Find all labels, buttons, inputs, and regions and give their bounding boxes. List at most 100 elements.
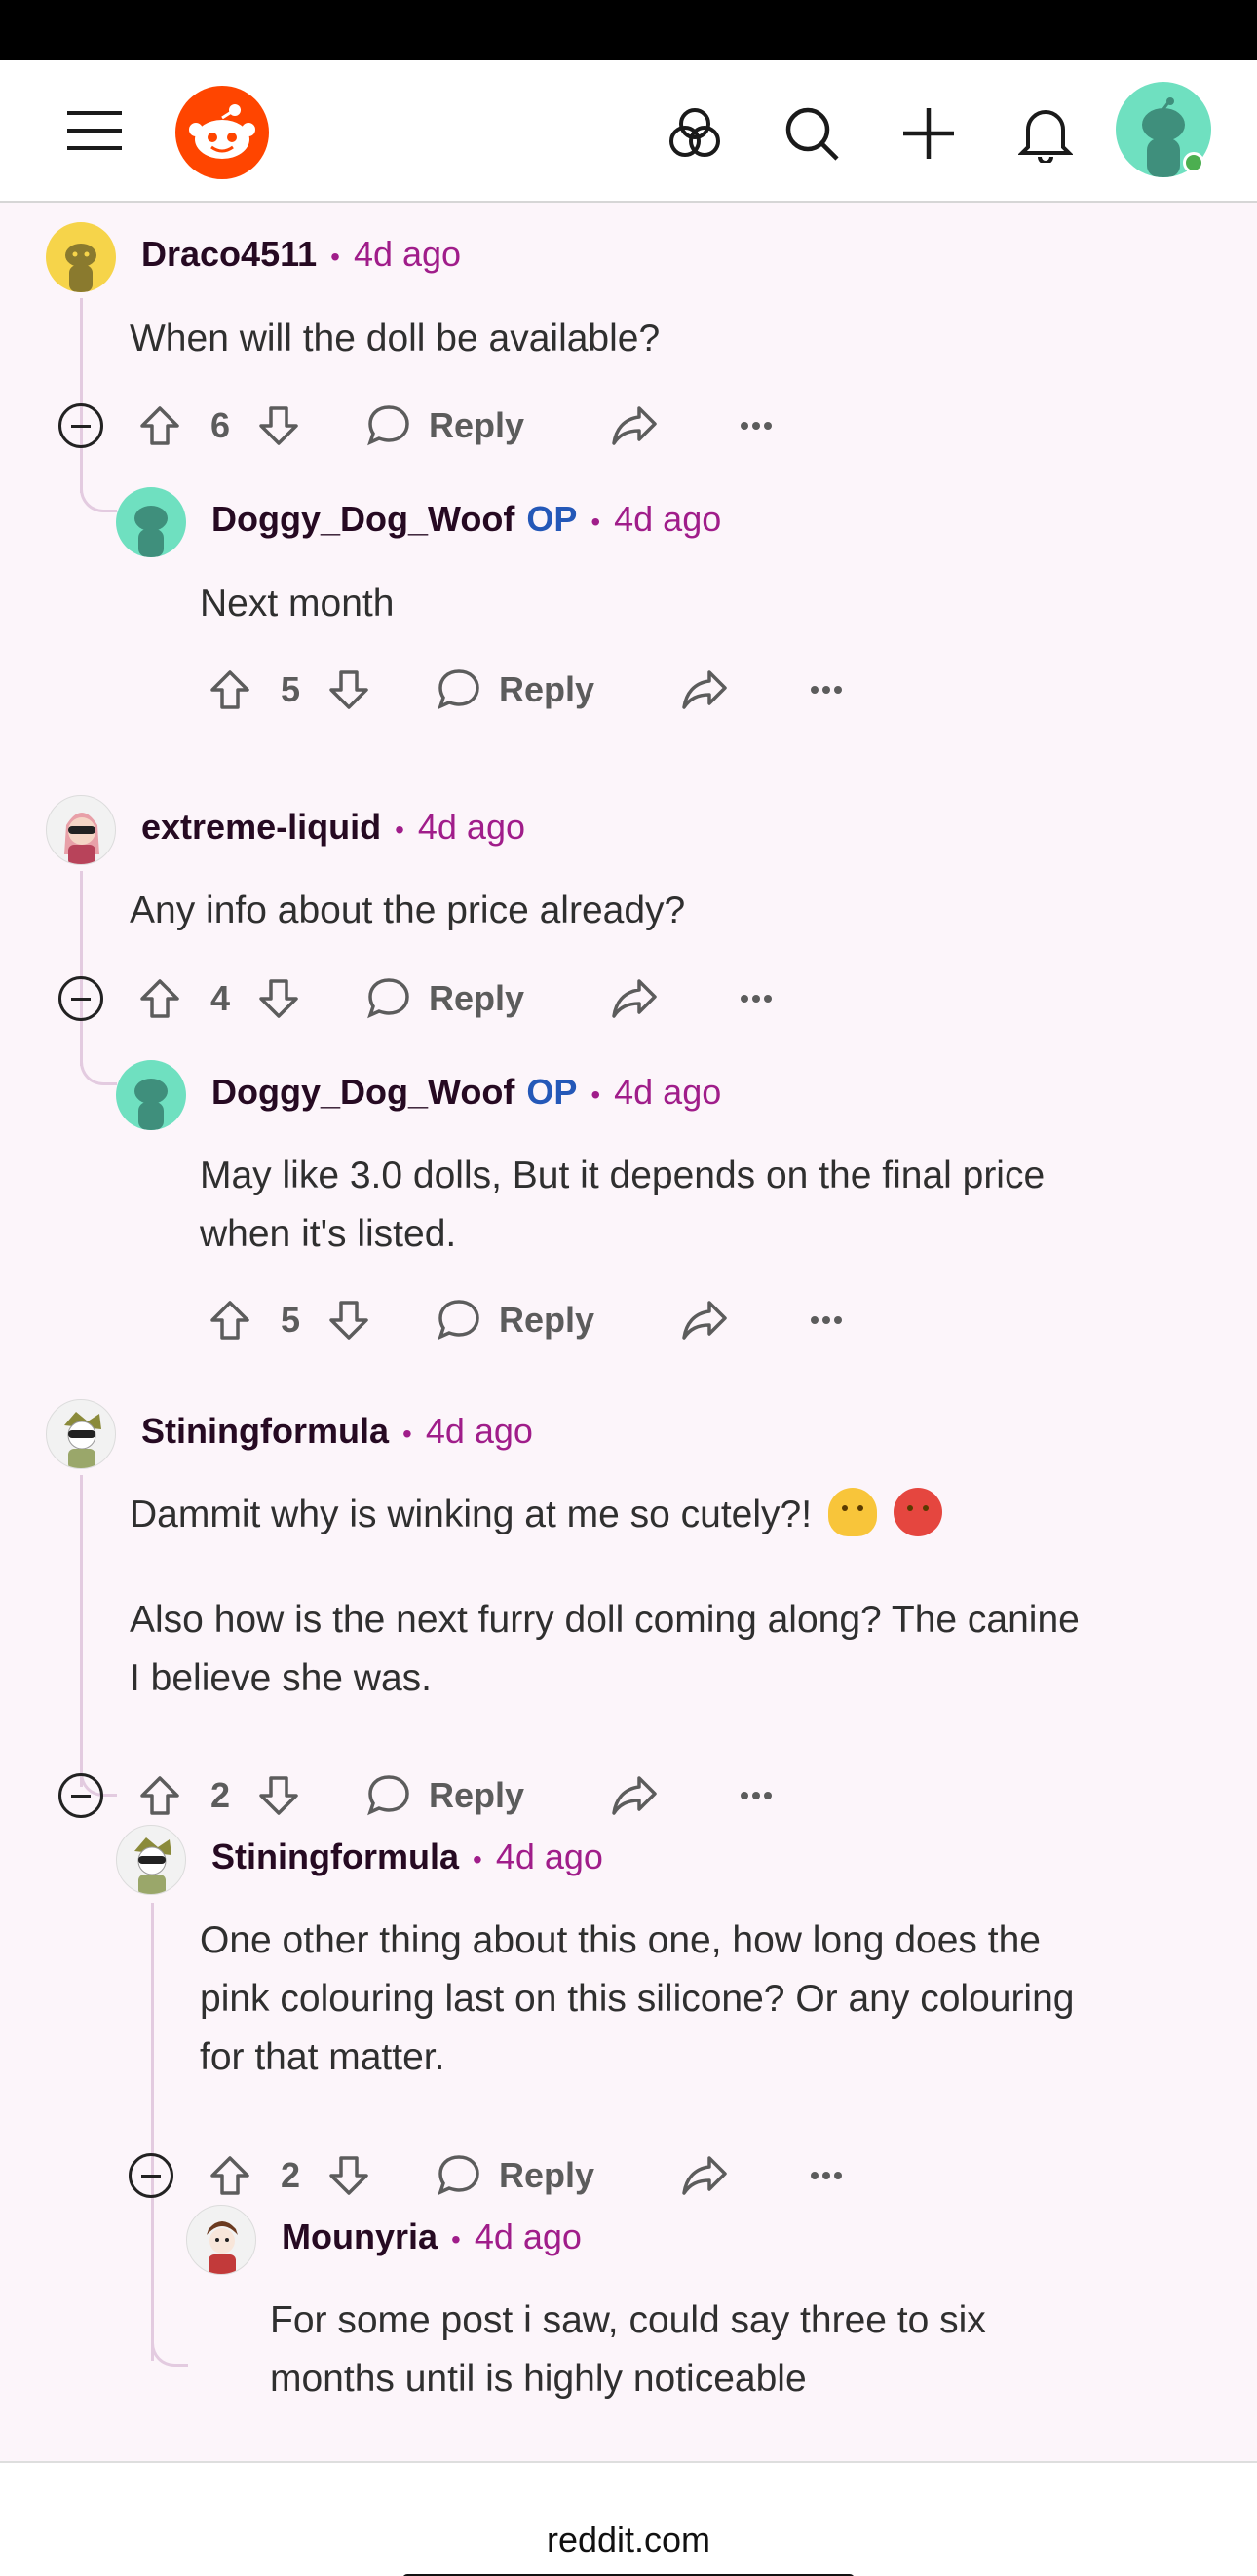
- thread-connector: [80, 1050, 117, 1085]
- reply-button[interactable]: Reply: [437, 661, 594, 719]
- thread-connector: [151, 2331, 188, 2367]
- collapse-thread-button[interactable]: [58, 976, 103, 1021]
- author-name[interactable]: Draco4511: [141, 234, 317, 275]
- vote-count: 2: [281, 2155, 301, 2195]
- more-options-icon[interactable]: [811, 1291, 842, 1349]
- comment-meta: extreme-liquid • 4d ago: [141, 807, 525, 848]
- status-bar: [0, 0, 1257, 60]
- thread-line: [151, 1903, 154, 2361]
- share-icon[interactable]: [680, 2146, 729, 2205]
- thread-line: [80, 871, 83, 1066]
- avatar[interactable]: [46, 795, 116, 865]
- collapse-thread-button[interactable]: [58, 1773, 103, 1818]
- comment-actions: 5 Reply: [125, 661, 865, 719]
- share-icon[interactable]: [610, 1766, 659, 1825]
- notifications-bell-icon[interactable]: [1011, 99, 1080, 168]
- downvote-icon[interactable]: [257, 969, 300, 1028]
- comment-time[interactable]: 4d ago: [354, 234, 461, 275]
- author-name[interactable]: Mounyria: [282, 2216, 438, 2257]
- comment-actions: 2 Reply: [55, 1766, 795, 1825]
- more-options-icon[interactable]: [741, 1766, 772, 1825]
- comment-thread: Draco4511 • 4d ago When will the doll be…: [0, 203, 1257, 2461]
- comment-meta: Stiningformula • 4d ago: [141, 1411, 533, 1452]
- avatar[interactable]: [116, 487, 186, 557]
- hot-face-emoji: [893, 1488, 942, 1536]
- comment-actions: 4 Reply: [55, 969, 795, 1028]
- op-badge: OP: [526, 499, 578, 539]
- more-options-icon[interactable]: [811, 2146, 842, 2205]
- comment-body: Dammit why is winking at me so cutely?! …: [130, 1486, 1221, 1708]
- author-name[interactable]: Doggy_Dog_Woof: [211, 1072, 514, 1113]
- avatar[interactable]: [116, 1825, 186, 1895]
- melting-face-emoji: [827, 1488, 877, 1536]
- author-name[interactable]: extreme-liquid: [141, 807, 381, 848]
- collapse-thread-button[interactable]: [58, 403, 103, 448]
- vote-count: 5: [281, 1300, 301, 1340]
- comment-body: Next month: [200, 583, 395, 625]
- avatar[interactable]: [186, 2205, 256, 2275]
- thread-line: [80, 298, 83, 493]
- comment-time[interactable]: 4d ago: [426, 1411, 533, 1452]
- author-name[interactable]: Doggy_Dog_Woof: [211, 499, 514, 540]
- communities-icon[interactable]: [661, 99, 729, 168]
- thread-line: [80, 1475, 83, 1787]
- reply-button[interactable]: Reply: [366, 397, 524, 455]
- collapse-thread-button[interactable]: [129, 2153, 173, 2198]
- thread-connector: [80, 477, 117, 512]
- reply-button[interactable]: Reply: [437, 2146, 594, 2205]
- online-status-dot: [1183, 152, 1204, 173]
- reddit-logo-icon[interactable]: [175, 86, 269, 179]
- more-options-icon[interactable]: [741, 397, 772, 455]
- op-badge: OP: [526, 1072, 578, 1112]
- upvote-icon[interactable]: [138, 969, 181, 1028]
- comment-body: Any info about the price already?: [130, 890, 686, 931]
- reply-button[interactable]: Reply: [366, 1766, 524, 1825]
- upvote-icon[interactable]: [209, 2146, 251, 2205]
- reply-button[interactable]: Reply: [437, 1291, 594, 1349]
- avatar[interactable]: [116, 1060, 186, 1130]
- comment-actions: 5 Reply: [125, 1291, 865, 1349]
- create-post-icon[interactable]: [895, 99, 963, 168]
- avatar[interactable]: [46, 222, 116, 292]
- vote-count: 6: [210, 405, 231, 445]
- comment-body: For some post i saw, could say three to …: [270, 2299, 986, 2400]
- comment-time[interactable]: 4d ago: [614, 1072, 721, 1113]
- share-icon[interactable]: [610, 397, 659, 455]
- share-icon[interactable]: [680, 661, 729, 719]
- hamburger-menu-icon[interactable]: [58, 99, 131, 162]
- comment-meta: Doggy_Dog_Woof OP • 4d ago: [211, 499, 722, 540]
- comment-time[interactable]: 4d ago: [496, 1837, 603, 1877]
- avatar[interactable]: [46, 1399, 116, 1469]
- more-options-icon[interactable]: [811, 661, 842, 719]
- comment-time[interactable]: 4d ago: [418, 807, 525, 848]
- downvote-icon[interactable]: [257, 1766, 300, 1825]
- vote-count: 2: [210, 1775, 231, 1815]
- vote-count: 5: [281, 669, 301, 709]
- author-name[interactable]: Stiningformula: [211, 1837, 459, 1877]
- downvote-icon[interactable]: [327, 1291, 370, 1349]
- reply-button[interactable]: Reply: [366, 969, 524, 1028]
- upvote-icon[interactable]: [138, 397, 181, 455]
- search-icon[interactable]: [778, 99, 846, 168]
- browser-url-bar[interactable]: reddit.com: [0, 2461, 1257, 2576]
- top-app-bar: [0, 60, 1257, 203]
- share-icon[interactable]: [610, 969, 659, 1028]
- author-name[interactable]: Stiningformula: [141, 1411, 389, 1452]
- downvote-icon[interactable]: [327, 661, 370, 719]
- upvote-icon[interactable]: [209, 1291, 251, 1349]
- upvote-icon[interactable]: [138, 1766, 181, 1825]
- url-text[interactable]: reddit.com: [0, 2519, 1257, 2560]
- comment-body: One other thing about this one, how long…: [200, 1919, 1075, 2078]
- comment-meta: Draco4511 • 4d ago: [141, 234, 462, 275]
- more-options-icon[interactable]: [741, 969, 772, 1028]
- comment-meta: Doggy_Dog_Woof OP • 4d ago: [211, 1072, 722, 1113]
- comment-meta: Mounyria • 4d ago: [282, 2216, 582, 2257]
- comment-actions: 6 Reply: [55, 397, 795, 455]
- comment-body: May like 3.0 dolls, But it depends on th…: [200, 1155, 1046, 1255]
- comment-time[interactable]: 4d ago: [614, 499, 721, 540]
- share-icon[interactable]: [680, 1291, 729, 1349]
- downvote-icon[interactable]: [327, 2146, 370, 2205]
- downvote-icon[interactable]: [257, 397, 300, 455]
- upvote-icon[interactable]: [209, 661, 251, 719]
- comment-time[interactable]: 4d ago: [475, 2216, 582, 2257]
